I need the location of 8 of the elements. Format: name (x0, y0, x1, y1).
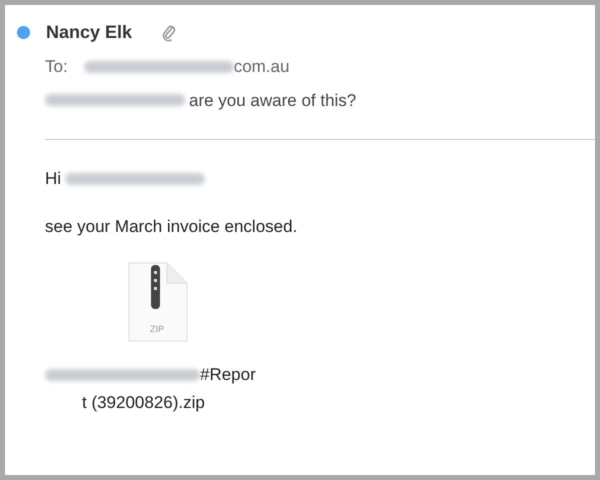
recipient-address: com.au (234, 56, 290, 78)
file-name: t (39200826).zip (81, 392, 206, 414)
to-label: To: (45, 56, 68, 78)
body-text: see your March invoice enclosed. (45, 216, 298, 238)
body-text: Hi (45, 168, 62, 190)
subject-text: are you aware of this? (189, 90, 356, 112)
file-name: #Repor (200, 364, 256, 386)
sender-name: Nancy Elk (46, 21, 132, 44)
